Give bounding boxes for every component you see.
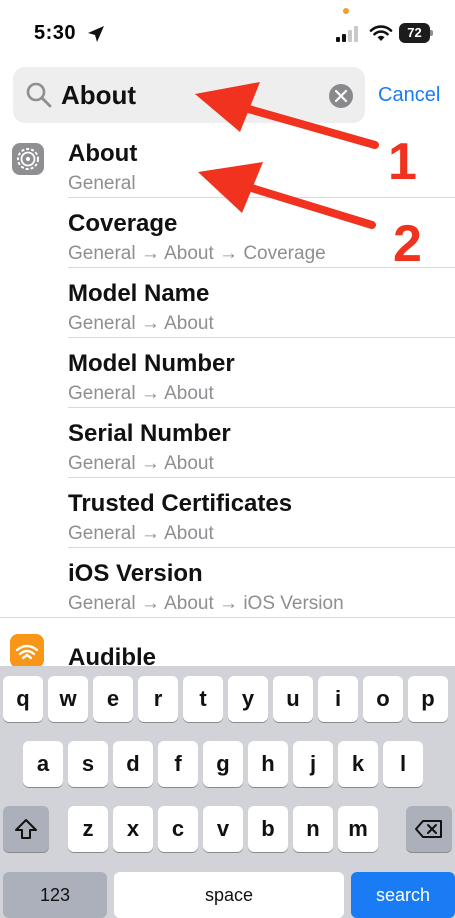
key-b[interactable]: b xyxy=(248,806,288,852)
key-s[interactable]: s xyxy=(68,741,108,787)
key-f[interactable]: f xyxy=(158,741,198,787)
space-key[interactable]: space xyxy=(114,872,344,918)
key-q[interactable]: q xyxy=(3,676,43,722)
key-d[interactable]: d xyxy=(113,741,153,787)
search-key[interactable]: search xyxy=(351,872,455,918)
shift-icon xyxy=(15,819,37,839)
annotation-arrow-1 xyxy=(195,82,379,149)
key-u[interactable]: u xyxy=(273,676,313,722)
key-c[interactable]: c xyxy=(158,806,198,852)
shift-key[interactable] xyxy=(3,806,49,852)
key-z[interactable]: z xyxy=(68,806,108,852)
numbers-key[interactable]: 123 xyxy=(3,872,107,918)
key-o[interactable]: o xyxy=(363,676,403,722)
key-t[interactable]: t xyxy=(183,676,223,722)
key-h[interactable]: h xyxy=(248,741,288,787)
key-n[interactable]: n xyxy=(293,806,333,852)
key-m[interactable]: m xyxy=(338,806,378,852)
annotation-number-1: 1 xyxy=(388,133,417,191)
key-x[interactable]: x xyxy=(113,806,153,852)
key-a[interactable]: a xyxy=(23,741,63,787)
key-v[interactable]: v xyxy=(203,806,243,852)
key-e[interactable]: e xyxy=(93,676,133,722)
key-w[interactable]: w xyxy=(48,676,88,722)
key-j[interactable]: j xyxy=(293,741,333,787)
annotation-number-2: 2 xyxy=(393,215,422,273)
key-l[interactable]: l xyxy=(383,741,423,787)
annotation-arrow-2 xyxy=(198,162,376,229)
key-i[interactable]: i xyxy=(318,676,358,722)
delete-key[interactable] xyxy=(406,806,452,852)
key-g[interactable]: g xyxy=(203,741,243,787)
key-r[interactable]: r xyxy=(138,676,178,722)
key-p[interactable]: p xyxy=(408,676,448,722)
backspace-icon xyxy=(415,820,442,838)
keyboard: q w e r t y u i o p a s d f g h j k l z … xyxy=(0,666,455,918)
key-y[interactable]: y xyxy=(228,676,268,722)
key-k[interactable]: k xyxy=(338,741,378,787)
